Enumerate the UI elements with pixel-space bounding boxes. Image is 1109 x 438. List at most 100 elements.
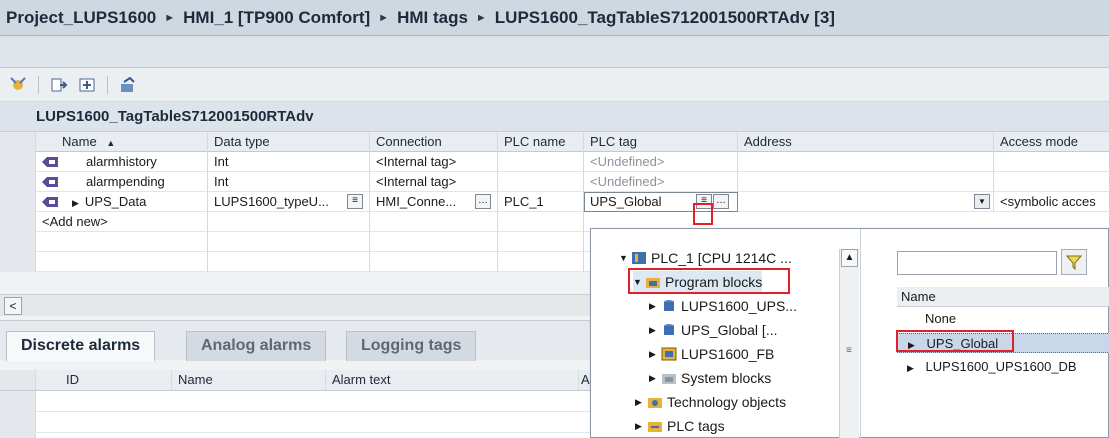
tree-item-program-blocks[interactable]: ▼ Program blocks (633, 271, 763, 293)
tag-connection[interactable]: <Internal tag> (370, 172, 498, 192)
plc-tag-browser-popup: ▼ PLC_1 [CPU 1214C ... ▼ Program blocks … (590, 228, 1109, 438)
column-header-name[interactable]: Name (172, 370, 326, 390)
tree-item-label: LUPS1600_UPS... (681, 298, 797, 314)
collapse-arrow-icon[interactable]: ▼ (619, 247, 631, 269)
tag-plc-name[interactable] (498, 172, 584, 192)
column-header-access-mode[interactable]: Access mode (994, 132, 1109, 152)
table-row[interactable]: alarmpending Int <Internal tag> <Undefin… (0, 172, 1109, 192)
add-new-tag[interactable]: <Add new> (36, 212, 208, 232)
alarm-row[interactable] (0, 433, 595, 438)
column-header-plc-name[interactable]: PLC name (498, 132, 584, 152)
breadcrumb-hmi-tags[interactable]: HMI tags (397, 8, 468, 28)
data-type-browse-icon[interactable]: ≡ (347, 194, 363, 209)
access-mode-dropdown-icon[interactable]: ▼ (974, 194, 990, 209)
tag-plc-tag[interactable]: <Undefined> (584, 172, 738, 192)
tag-name[interactable]: alarmhistory (60, 152, 208, 172)
tag-data-type-cell[interactable]: LUPS1600_typeU... ≡ (208, 192, 370, 212)
tree-item-technology-objects[interactable]: ▶ Technology objects (635, 391, 786, 413)
tree-item-db-ups-global[interactable]: ▶ UPS_Global [... (649, 319, 778, 341)
empty-cell (36, 252, 208, 272)
tree-item-fb[interactable]: ▶ LUPS1600_FB (649, 343, 774, 365)
tag-address[interactable] (738, 152, 994, 172)
filter-icon[interactable] (1061, 249, 1087, 275)
alarm-row[interactable] (0, 412, 595, 433)
tag-plc-name[interactable] (498, 152, 584, 172)
tree-item-label: PLC_1 [CPU 1214C ... (651, 250, 792, 266)
tag-data-type[interactable]: Int (208, 152, 370, 172)
row-number (0, 252, 36, 272)
filter-input[interactable] (897, 251, 1057, 275)
tag-data-type[interactable]: Int (208, 172, 370, 192)
tree-item-plc[interactable]: ▼ PLC_1 [CPU 1214C ... (619, 247, 792, 269)
alarm-row[interactable] (0, 391, 595, 412)
expand-arrow-icon[interactable]: ▶ (649, 295, 661, 317)
tag-address-cell[interactable]: ▼ (738, 192, 994, 212)
scroll-left-icon[interactable]: < (4, 297, 22, 315)
expand-arrow-icon[interactable]: ▶ (649, 343, 661, 365)
plc-icon (632, 252, 646, 264)
empty-cell (208, 252, 370, 272)
tab-discrete-alarms[interactable]: Discrete alarms (6, 331, 156, 361)
expand-arrow-icon[interactable]: ▶ (907, 363, 914, 373)
horizontal-scrollbar[interactable]: < (0, 294, 600, 316)
tag-list-item-lups1600-db[interactable]: ▶ LUPS1600_UPS1600_DB (897, 357, 1109, 377)
collapse-arrow-icon[interactable]: ▼ (633, 271, 645, 293)
tag-access-mode[interactable]: <symbolic acces (994, 192, 1109, 212)
plc-tree: ▼ PLC_1 [CPU 1214C ... ▼ Program blocks … (591, 229, 861, 438)
expand-arrow-icon[interactable]: ▶ (635, 391, 647, 413)
expand-arrow-icon[interactable]: ▶ (649, 319, 661, 341)
tree-vertical-scrollbar[interactable]: ▲ ≡ (839, 249, 859, 438)
tag-plc-name[interactable]: PLC_1 (498, 192, 584, 212)
db-icon (664, 300, 674, 311)
db-icon (664, 324, 674, 335)
scroll-grip-icon[interactable]: ≡ (846, 345, 852, 356)
tag-access-mode[interactable] (994, 152, 1109, 172)
tag-list-header[interactable]: Name (897, 287, 1109, 307)
table-row[interactable]: alarmhistory Int <Internal tag> <Undefin… (0, 152, 1109, 172)
tag-list-item-none[interactable]: None (897, 309, 1109, 329)
tree-item-db-lups1600[interactable]: ▶ LUPS1600_UPS... (649, 295, 797, 317)
tag-plc-tag-cell[interactable]: UPS_Global ≡ … (584, 192, 738, 212)
tree-item-plc-tags[interactable]: ▶ PLC tags (635, 415, 725, 437)
tag-connection-cell[interactable]: HMI_Conne... … (370, 192, 498, 212)
scroll-up-icon[interactable]: ▲ (841, 249, 858, 267)
connection-browse-button[interactable]: … (475, 194, 491, 209)
tab-analog-alarms[interactable]: Analog alarms (186, 331, 327, 361)
tag-icon (36, 192, 60, 212)
tag-name-cell[interactable]: ▶ UPS_Data (60, 192, 208, 212)
expand-arrow-icon[interactable]: ▶ (635, 415, 647, 437)
column-header-plc-tag[interactable]: PLC tag (584, 132, 738, 152)
tag-address[interactable] (738, 172, 994, 192)
plc-tag-list-icon[interactable]: ≡ (696, 194, 712, 209)
tag-list-item-ups-global[interactable]: ▶ UPS_Global (897, 333, 1109, 353)
column-header-alarm-text[interactable]: Alarm text (326, 370, 579, 390)
expand-arrow-icon[interactable]: ▶ (72, 198, 79, 208)
tag-name[interactable]: alarmpending (60, 172, 208, 192)
breadcrumb-project[interactable]: Project_LUPS1600 (6, 8, 156, 28)
column-header-data-type[interactable]: Data type (208, 132, 370, 152)
tag-connection[interactable]: <Internal tag> (370, 152, 498, 172)
technology-icon (648, 398, 662, 408)
tree-item-system-blocks[interactable]: ▶ System blocks (649, 367, 771, 389)
toolbar-separator (38, 75, 39, 94)
tag-access-mode[interactable] (994, 172, 1109, 192)
column-header-name[interactable]: Name ▲ (36, 132, 208, 152)
column-header-id[interactable]: ID (60, 370, 172, 390)
export-tags-icon[interactable] (118, 75, 138, 95)
sort-ascending-icon: ▲ (106, 138, 116, 148)
expand-arrow-icon[interactable]: ▶ (649, 367, 661, 389)
breadcrumb-hmi[interactable]: HMI_1 [TP900 Comfort] (183, 8, 370, 28)
add-row-icon[interactable] (77, 75, 97, 95)
column-header-connection[interactable]: Connection (370, 132, 498, 152)
tab-logging-tags[interactable]: Logging tags (346, 331, 477, 361)
tag-plc-tag[interactable]: <Undefined> (584, 152, 738, 172)
table-row[interactable]: ▶ UPS_Data LUPS1600_typeU... ≡ HMI_Conne.… (0, 192, 1109, 212)
add-tag-icon[interactable] (8, 75, 28, 95)
row-number (0, 232, 36, 252)
empty-cell (370, 232, 498, 252)
expand-arrow-icon[interactable]: ▶ (908, 340, 915, 350)
plc-tag-browse-button[interactable]: … (713, 194, 729, 209)
insert-row-icon[interactable] (49, 75, 69, 95)
column-header-address[interactable]: Address (738, 132, 994, 152)
breadcrumb-tag-table[interactable]: LUPS1600_TagTableS712001500RTAdv [3] (495, 8, 835, 28)
